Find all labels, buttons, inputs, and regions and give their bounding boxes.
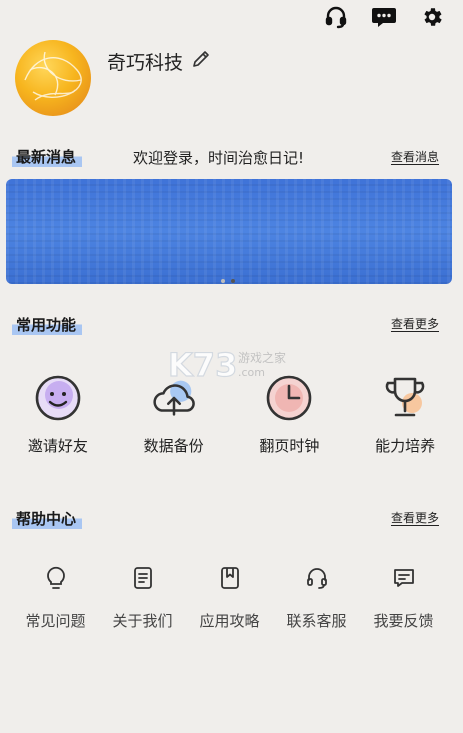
pencil-icon[interactable] [191, 49, 211, 74]
feature-invite-friends[interactable]: 邀请好友 [0, 372, 116, 456]
profile-header: 奇巧科技 [15, 40, 211, 116]
help-faq[interactable]: 常见问题 [12, 564, 99, 631]
help-label: 关于我们 [112, 612, 173, 630]
help-feedback[interactable]: 我要反馈 [360, 564, 447, 631]
banner-carousel[interactable] [6, 179, 452, 284]
feature-ability-training[interactable]: 能力培养 [347, 372, 463, 456]
carousel-indicator [221, 279, 235, 283]
feature-label: 数据备份 [143, 437, 204, 455]
feature-label: 翻页时钟 [259, 437, 320, 455]
document-icon [129, 564, 157, 592]
help-contact-support[interactable]: 联系客服 [273, 564, 360, 631]
view-messages-link[interactable]: 查看消息 [391, 148, 439, 165]
help-label: 常见问题 [25, 612, 86, 630]
feature-flip-clock[interactable]: 翻页时钟 [232, 372, 348, 456]
top-toolbar [323, 4, 445, 30]
user-name-row[interactable]: 奇巧科技 [107, 48, 211, 75]
feature-label: 能力培养 [375, 437, 436, 455]
news-message[interactable]: 欢迎登录，时间治愈日记! [133, 147, 304, 168]
help-more-link[interactable]: 查看更多 [391, 509, 439, 526]
help-section-title: 帮助中心 [12, 508, 83, 529]
cloud-upload-icon [148, 372, 200, 424]
feedback-icon [390, 564, 418, 592]
lightbulb-icon [42, 564, 70, 592]
feature-label: 邀请好友 [27, 437, 88, 455]
user-name: 奇巧科技 [107, 52, 184, 74]
feature-data-backup[interactable]: 数据备份 [116, 372, 232, 456]
help-about-us[interactable]: 关于我们 [99, 564, 186, 631]
carousel-dot-active[interactable] [231, 279, 235, 283]
headset-icon [303, 564, 331, 592]
headset-icon[interactable] [323, 4, 349, 30]
help-label: 联系客服 [286, 612, 347, 630]
news-section-title: 最新消息 [12, 146, 83, 167]
avatar[interactable] [15, 40, 91, 116]
carousel-dot[interactable] [221, 279, 225, 283]
features-more-link[interactable]: 查看更多 [391, 315, 439, 332]
smile-face-icon [32, 372, 84, 424]
chat-icon[interactable] [371, 4, 397, 30]
help-label: 应用攻略 [199, 612, 260, 630]
help-grid: 常见问题 关于我们 应用攻略 联系客服 我要反馈 [0, 564, 463, 631]
clock-icon [263, 372, 315, 424]
trophy-icon [379, 372, 431, 424]
help-app-guide[interactable]: 应用攻略 [186, 564, 273, 631]
help-label: 我要反馈 [373, 612, 434, 630]
bookmark-icon [216, 564, 244, 592]
watermark-text: 游戏之家 [238, 350, 286, 365]
features-section-title: 常用功能 [12, 314, 83, 335]
gear-icon[interactable] [419, 4, 445, 30]
features-grid: 邀请好友 数据备份 翻页时钟 能力培养 [0, 372, 463, 456]
